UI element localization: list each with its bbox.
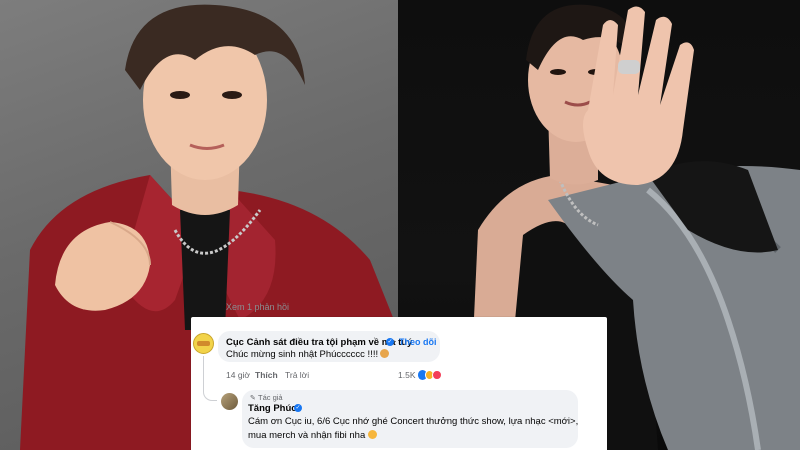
police-logo-icon [197, 341, 210, 346]
comment-time[interactable]: 14 giờ [226, 370, 250, 380]
reaction-count: 1.5K [398, 369, 416, 380]
tang-phuc-avatar[interactable] [221, 393, 238, 410]
pencil-icon: ✎ [250, 395, 256, 402]
verified-badge-icon: ✓ [294, 404, 302, 412]
reply-text-line2-content: mua merch và nhận fibi nha [248, 430, 366, 441]
follow-button[interactable]: Theo dõi [399, 337, 437, 347]
clover-emoji-icon [380, 349, 390, 358]
reply-text-line2: mua merch và nhận fibi nha [248, 430, 378, 441]
comment-text-content: Chúc mừng sinh nhật Phúcccccc !!!! [226, 349, 379, 360]
verified-badge-icon: ✓ [386, 338, 394, 346]
author-badge-label: Tác giả [258, 393, 283, 402]
love-reaction-icon [432, 369, 442, 380]
hug-emoji-icon [368, 430, 378, 439]
reply-button[interactable]: Trả lời [285, 370, 309, 380]
reply-thread-connector [203, 356, 217, 401]
police-agency-avatar[interactable] [193, 333, 214, 354]
reaction-summary[interactable]: 1.5K [398, 367, 442, 382]
previous-reply-hint[interactable]: Xem 1 phản hồi [226, 302, 289, 312]
author-badge: ✎ Tác giả [250, 393, 283, 402]
comment-text: Chúc mừng sinh nhật Phúcccccc !!!! [226, 349, 390, 360]
separator-dot: · [394, 336, 397, 346]
reply-text-line1: Cám ơn Cục iu, 6/6 Cục nhớ ghé Concert t… [248, 416, 579, 427]
reply-author-name[interactable]: Tăng Phúc [248, 403, 297, 414]
like-button[interactable]: Thích [255, 370, 278, 380]
comment-author-name[interactable]: Cục Cảnh sát điều tra tội phạm về ma tuý [226, 337, 412, 348]
